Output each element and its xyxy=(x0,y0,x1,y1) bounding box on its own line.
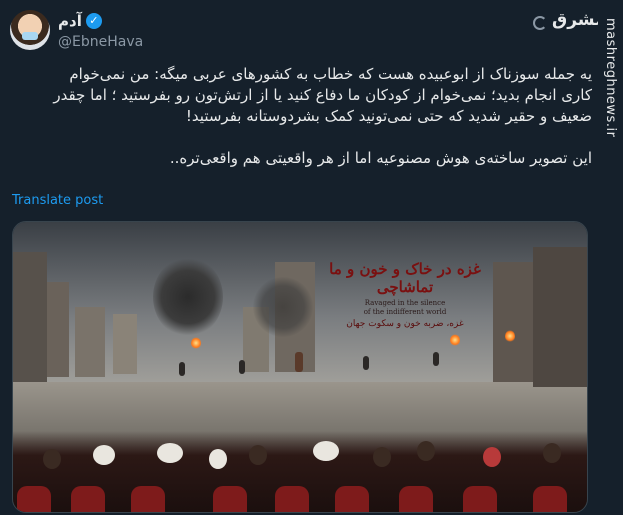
ruined-building xyxy=(533,247,587,387)
tweet-text-line: یه جمله سوزناک از ابوعبیده هست که خطاب ب… xyxy=(69,65,592,83)
figure xyxy=(239,360,245,374)
ruined-building xyxy=(13,252,47,382)
figure xyxy=(363,356,369,370)
author-display-name[interactable]: آدم xyxy=(58,12,82,30)
tweet-text-line: این تصویر ساخته‌ی هوش مصنوعیه اما از هر … xyxy=(169,149,592,167)
tweet-text-line: کاری انجام بدید؛ نمی‌خوام از کودکان ما د… xyxy=(53,86,592,104)
ruined-building xyxy=(75,307,105,377)
ruined-building xyxy=(47,282,69,377)
author-name-row: آدم ✓ xyxy=(58,12,102,30)
author-handle[interactable]: @EbneHava xyxy=(58,34,143,50)
image-title-art: غزه در خاک و خون و ما تماشاچی Ravaged in… xyxy=(325,260,485,329)
smoke-cloud xyxy=(253,277,313,337)
figure xyxy=(179,362,185,376)
tweet-card: آدم ✓ @EbneHava مشرق یه جمله سوزناک از ا… xyxy=(0,0,606,515)
ruined-building xyxy=(493,262,533,382)
ruined-building xyxy=(113,314,137,374)
watermark: mashreghnews.ir xyxy=(598,0,623,515)
avatar[interactable] xyxy=(10,10,50,50)
image-title-en: Ravaged in the silence of the indifferen… xyxy=(363,299,447,316)
tweet-image[interactable]: غزه در خاک و خون و ما تماشاچی Ravaged in… xyxy=(12,221,588,513)
fire xyxy=(191,337,201,349)
image-subtitle-fa: غزه، ضربه خون و سکوت جهان xyxy=(346,319,464,329)
mashregh-logo-icon xyxy=(533,16,547,30)
watermark-text: mashreghnews.ir xyxy=(603,18,618,138)
figure xyxy=(295,352,303,372)
fire xyxy=(450,334,460,346)
translate-post-link[interactable]: Translate post xyxy=(12,193,103,208)
cinema-audience xyxy=(13,430,587,512)
tweet-body: یه جمله سوزناک از ابوعبیده هست که خطاب ب… xyxy=(12,64,592,169)
smoke-cloud xyxy=(153,257,223,337)
tweet-text-line: ضعیف و حقیر شدید که حتی نمی‌تونید کمک بش… xyxy=(185,107,592,125)
verified-badge-icon: ✓ xyxy=(85,13,102,29)
image-title-fa: غزه در خاک و خون و ما تماشاچی xyxy=(329,260,481,296)
figure xyxy=(433,352,439,366)
fire xyxy=(505,330,515,342)
